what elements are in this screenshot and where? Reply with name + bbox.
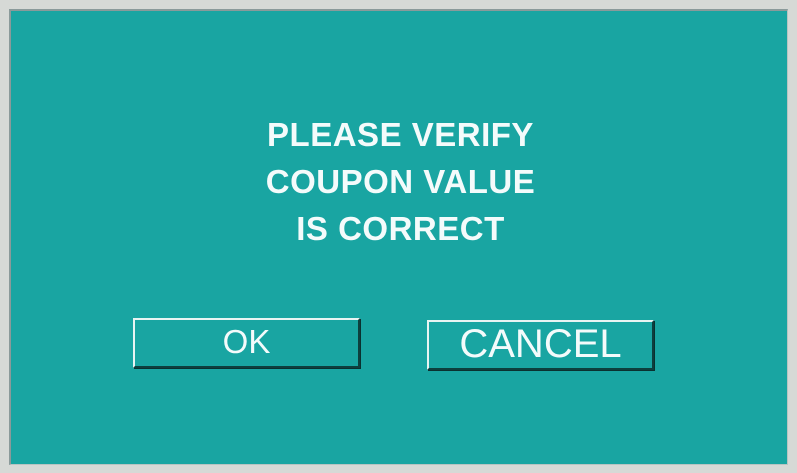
dialog-message: PLEASE VERIFY COUPON VALUE IS CORRECT: [11, 111, 790, 252]
screen-frame: PLEASE VERIFY COUPON VALUE IS CORRECT OK…: [0, 0, 797, 473]
message-line-3: IS CORRECT: [296, 210, 505, 247]
message-line-1: PLEASE VERIFY: [267, 116, 534, 153]
ok-button[interactable]: OK: [133, 318, 360, 368]
cancel-button[interactable]: CANCEL: [427, 320, 654, 370]
verify-coupon-dialog: PLEASE VERIFY COUPON VALUE IS CORRECT OK…: [9, 9, 788, 465]
message-line-2: COUPON VALUE: [265, 163, 536, 200]
